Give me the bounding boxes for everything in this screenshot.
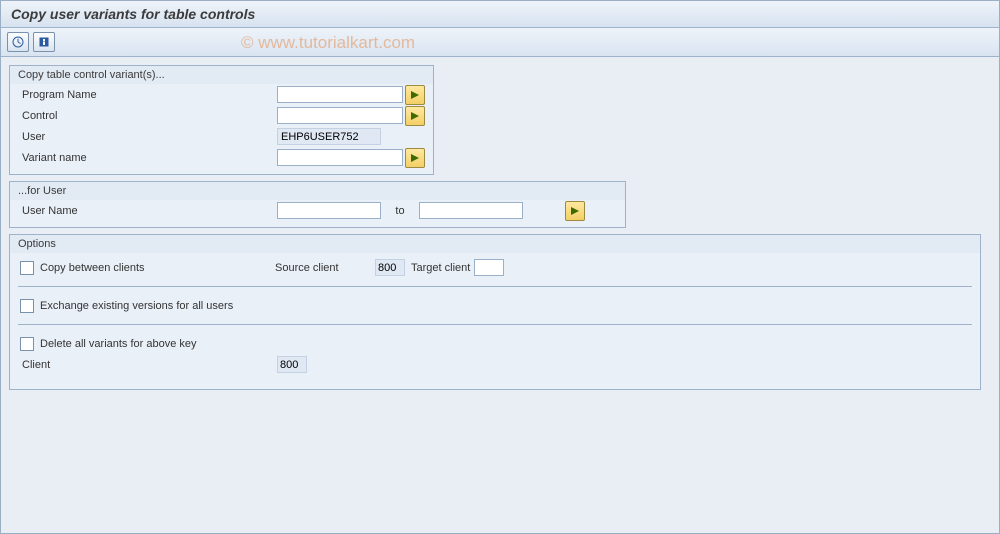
sap-window: Copy user variants for table controls © … — [0, 0, 1000, 534]
content-area: Copy table control variant(s)... Program… — [1, 57, 999, 533]
control-label: Control — [18, 110, 277, 122]
separator — [18, 286, 972, 287]
page-title: Copy user variants for table controls — [1, 1, 999, 28]
clock-execute-icon — [12, 36, 24, 48]
variant-select-button[interactable] — [405, 148, 425, 168]
copy-between-clients-checkbox[interactable] — [20, 261, 34, 275]
source-client-input — [375, 259, 405, 276]
copy-between-clients-label: Copy between clients — [40, 262, 145, 274]
exchange-versions-checkbox[interactable] — [20, 299, 34, 313]
client-label: Client — [18, 359, 277, 371]
group-copy-variants-title: Copy table control variant(s)... — [10, 66, 433, 84]
user-range-select-button[interactable] — [565, 201, 585, 221]
to-label: to — [381, 205, 419, 217]
delete-variants-label: Delete all variants for above key — [40, 338, 197, 350]
variant-input[interactable] — [277, 149, 403, 166]
separator — [18, 324, 972, 325]
source-client-label: Source client — [275, 262, 375, 274]
arrow-right-icon — [410, 153, 420, 163]
control-input[interactable] — [277, 107, 403, 124]
toolbar: © www.tutorialkart.com — [1, 28, 999, 57]
target-client-label: Target client — [411, 262, 470, 274]
control-select-button[interactable] — [405, 106, 425, 126]
arrow-right-icon — [410, 90, 420, 100]
user-name-to-input[interactable] — [419, 202, 523, 219]
program-name-input[interactable] — [277, 86, 403, 103]
arrow-right-icon — [410, 111, 420, 121]
watermark: © www.tutorialkart.com — [241, 33, 415, 53]
group-options: Options Copy between clients Source clie… — [9, 234, 981, 390]
group-copy-variants: Copy table control variant(s)... Program… — [9, 65, 434, 175]
user-name-label: User Name — [18, 205, 277, 217]
group-for-user: ...for User User Name to — [9, 181, 626, 228]
program-name-label: Program Name — [18, 89, 277, 101]
user-input — [277, 128, 381, 145]
info-button[interactable] — [33, 32, 55, 52]
program-name-select-button[interactable] — [405, 85, 425, 105]
target-client-input[interactable] — [474, 259, 504, 276]
client-input — [277, 356, 307, 373]
user-label: User — [18, 131, 277, 143]
execute-button[interactable] — [7, 32, 29, 52]
exchange-versions-label: Exchange existing versions for all users — [40, 300, 233, 312]
variant-label: Variant name — [18, 152, 277, 164]
group-for-user-title: ...for User — [10, 182, 625, 200]
delete-variants-checkbox[interactable] — [20, 337, 34, 351]
user-name-from-input[interactable] — [277, 202, 381, 219]
arrow-right-icon — [570, 206, 580, 216]
group-options-title: Options — [10, 235, 980, 253]
info-icon — [38, 36, 50, 48]
